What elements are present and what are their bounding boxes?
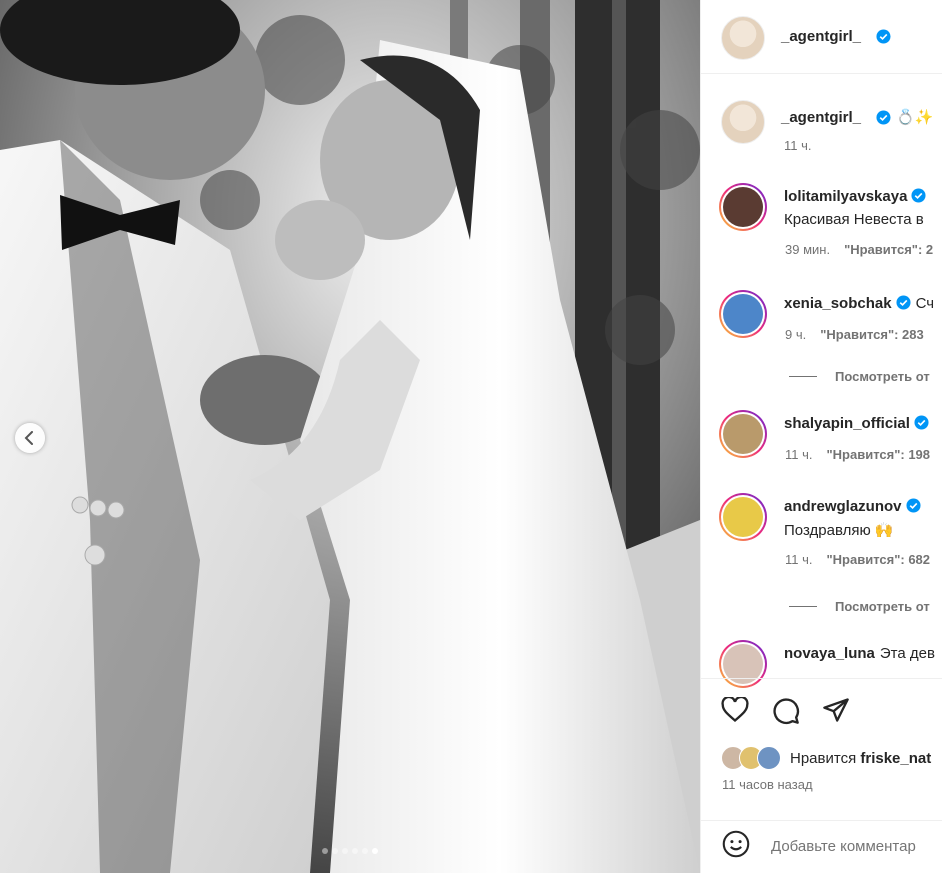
comment-input[interactable] [769, 832, 942, 860]
emoji-icon[interactable] [722, 830, 750, 863]
caption-text: 💍✨ [896, 109, 934, 126]
verified-badge-icon [906, 498, 921, 517]
comment-text: Эта дев [879, 645, 935, 662]
carousel-dot [342, 848, 348, 854]
comment-text: Поздравляю 🙌 [784, 522, 894, 539]
divider-line [789, 376, 817, 377]
verified-badge-icon [876, 29, 891, 49]
verified-badge-icon [911, 188, 926, 207]
share-icon[interactable] [822, 697, 850, 728]
view-replies-button[interactable]: Посмотреть от [789, 599, 930, 614]
comment-time[interactable]: 9 ч. [785, 327, 806, 342]
author-avatar[interactable] [721, 16, 765, 60]
commenter-username[interactable]: andrewglazunov [784, 498, 902, 515]
comment-header: andrewglazunov [784, 498, 921, 517]
verified-badge-icon [876, 110, 891, 130]
commenter-avatar[interactable] [719, 183, 767, 231]
comment-time[interactable]: 11 ч. [785, 552, 813, 567]
comment-text: Красивая Невеста в [784, 211, 924, 228]
commenter-username[interactable]: xenia_sobchak [784, 295, 892, 312]
wedding-photo-image [0, 0, 700, 873]
post-photo [0, 0, 700, 873]
author-username[interactable]: _agentgirl_ [781, 28, 861, 45]
verified-badge-icon [896, 295, 911, 314]
liked-by-avatars[interactable] [721, 746, 787, 770]
commenter-username[interactable]: novaya_luna [784, 645, 875, 662]
likes-prefix: Нравится [790, 750, 857, 767]
verified-badge-icon [914, 415, 929, 434]
carousel-prev-button[interactable] [15, 423, 45, 453]
comment-likes[interactable]: "Нравится": 682 [827, 552, 931, 567]
likes-summary: Нравится friske_nat [790, 750, 931, 767]
commenter-avatar[interactable] [719, 290, 767, 338]
post-header: _agentgirl_ [701, 0, 942, 74]
caption-username[interactable]: _agentgirl_ [781, 109, 861, 126]
comment-meta: 9 ч. "Нравится": 283 [785, 327, 924, 342]
caption-author-avatar[interactable] [721, 100, 765, 144]
liked-by-username[interactable]: friske_nat [860, 750, 931, 767]
commenter-username[interactable]: lolitamilyavskaya [784, 188, 907, 205]
comment-time[interactable]: 39 мин. [785, 242, 830, 257]
comment-meta: 11 ч. "Нравится": 682 [785, 552, 930, 567]
add-comment-bar [701, 820, 942, 873]
carousel-dot [362, 848, 368, 854]
heart-icon[interactable] [721, 695, 749, 728]
view-replies-button[interactable]: Посмотреть от [789, 369, 930, 384]
post-actions: Нравится friske_nat 11 часов назад [701, 678, 942, 829]
comment-header: novaya_luna Эта дев [784, 645, 935, 662]
comment-likes[interactable]: "Нравится": 2 [844, 242, 933, 257]
carousel-dot [372, 848, 378, 854]
comment-likes[interactable]: "Нравится": 283 [820, 327, 924, 342]
comment-likes[interactable]: "Нравится": 198 [827, 447, 931, 462]
comment-meta: 11 ч. "Нравится": 198 [785, 447, 930, 462]
view-replies-label: Посмотреть от [835, 369, 930, 384]
comment-icon[interactable] [772, 697, 800, 730]
post-side-panel: _agentgirl_ _agentgirl_ 💍✨ 11 ч. lolitam… [700, 0, 942, 873]
carousel-dot [332, 848, 338, 854]
commenter-username[interactable]: shalyapin_official [784, 415, 910, 432]
comment-header: xenia_sobchak Сч [784, 295, 934, 314]
post-timestamp[interactable]: 11 часов назад [722, 777, 813, 792]
commenter-avatar[interactable] [719, 410, 767, 458]
comment-text: Сч [915, 295, 935, 312]
comment-header: shalyapin_official [784, 415, 929, 434]
comment-meta: 39 мин. "Нравится": 2 [785, 242, 933, 257]
comment-header: lolitamilyavskaya [784, 188, 926, 207]
carousel-dot [352, 848, 358, 854]
carousel-indicator [0, 848, 700, 854]
carousel-dot [322, 848, 328, 854]
chevron-left-icon [24, 431, 33, 445]
comment-time[interactable]: 11 ч. [785, 447, 813, 462]
view-replies-label: Посмотреть от [835, 599, 930, 614]
commenter-avatar[interactable] [719, 493, 767, 541]
caption-time[interactable]: 11 ч. [784, 138, 812, 153]
divider-line [789, 606, 817, 607]
